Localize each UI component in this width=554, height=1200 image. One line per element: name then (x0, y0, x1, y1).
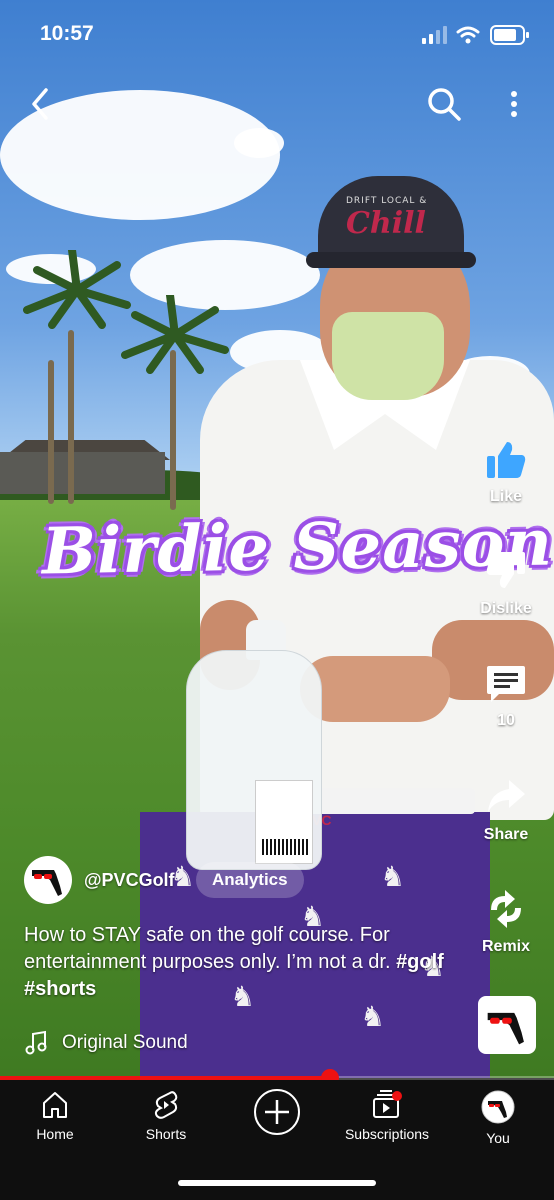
jug-label (255, 780, 313, 864)
shorts-icon (154, 1091, 178, 1119)
wifi-icon (456, 26, 480, 44)
status-time: 10:57 (40, 22, 94, 45)
comments-button[interactable]: 10 (470, 662, 542, 730)
nav-you-label: You (486, 1130, 510, 1146)
more-options-button[interactable] (496, 86, 532, 122)
cap-brim (306, 252, 476, 268)
share-button[interactable]: Share (470, 776, 542, 844)
cap-text-top: DRIFT LOCAL & (346, 196, 428, 206)
caption-text: How to STAY safe on the golf course. For… (24, 924, 391, 973)
thumbs-up-icon (487, 442, 526, 478)
face-mask (332, 312, 444, 400)
channel-handle[interactable]: @PVCGolf (84, 870, 175, 891)
sound-label: Original Sound (62, 1032, 188, 1053)
remix-button[interactable]: Remix (470, 888, 542, 956)
like-button[interactable]: Like (470, 438, 542, 506)
cap-text: Chill (346, 206, 426, 241)
palm-fronds (121, 295, 229, 374)
palm-fronds (23, 250, 131, 329)
back-button[interactable] (24, 86, 60, 122)
home-icon (43, 1092, 67, 1118)
nav-subscriptions[interactable]: Subscriptions (337, 1090, 437, 1142)
house (0, 452, 165, 494)
thumbs-down-icon (486, 552, 525, 588)
comments-count: 10 (497, 712, 515, 729)
palm-trunk (48, 360, 54, 504)
nav-shorts[interactable]: Shorts (116, 1090, 216, 1142)
status-icons (422, 22, 532, 46)
remix-icon (491, 890, 521, 928)
profile-avatar-icon (481, 1090, 515, 1124)
search-button[interactable] (426, 86, 462, 122)
florida-logo-icon (32, 870, 62, 896)
create-button[interactable] (227, 1088, 327, 1136)
cellular-signal-icon (422, 26, 447, 44)
florida-logo-icon (487, 1012, 524, 1045)
add-icon (254, 1089, 300, 1135)
dislike-label: Dislike (480, 600, 532, 617)
dislike-button[interactable]: Dislike (470, 550, 542, 618)
cloud (234, 128, 284, 158)
nav-you[interactable]: You (448, 1090, 548, 1146)
sound-link[interactable]: Original Sound (24, 1028, 188, 1058)
remix-label: Remix (481, 938, 531, 955)
search-icon (428, 88, 461, 121)
share-label: Share (483, 826, 529, 843)
person-hand-right (300, 656, 450, 722)
nav-home[interactable]: Home (5, 1090, 105, 1142)
share-icon (488, 780, 525, 812)
unicorn-print: ♞ (360, 1000, 386, 1033)
channel-avatar[interactable] (24, 856, 72, 904)
home-indicator (178, 1180, 376, 1186)
video-caption[interactable]: How to STAY safe on the golf course. For… (24, 922, 464, 1003)
palm-trunk (68, 330, 74, 504)
more-vertical-icon (511, 91, 517, 117)
unicorn-print: ♞ (380, 860, 406, 893)
battery-icon (490, 25, 529, 45)
analytics-button[interactable]: Analytics (196, 862, 304, 898)
like-label: Like (489, 488, 522, 505)
subscriptions-icon (373, 1090, 402, 1118)
nav-subscriptions-label: Subscriptions (344, 1126, 430, 1142)
comment-icon (487, 666, 525, 702)
chevron-left-icon (32, 88, 48, 120)
belt (305, 788, 475, 814)
nav-shorts-label: Shorts (145, 1126, 187, 1142)
music-note-icon (25, 1030, 47, 1055)
sound-thumbnail[interactable] (478, 996, 536, 1054)
nav-home-label: Home (36, 1126, 74, 1142)
